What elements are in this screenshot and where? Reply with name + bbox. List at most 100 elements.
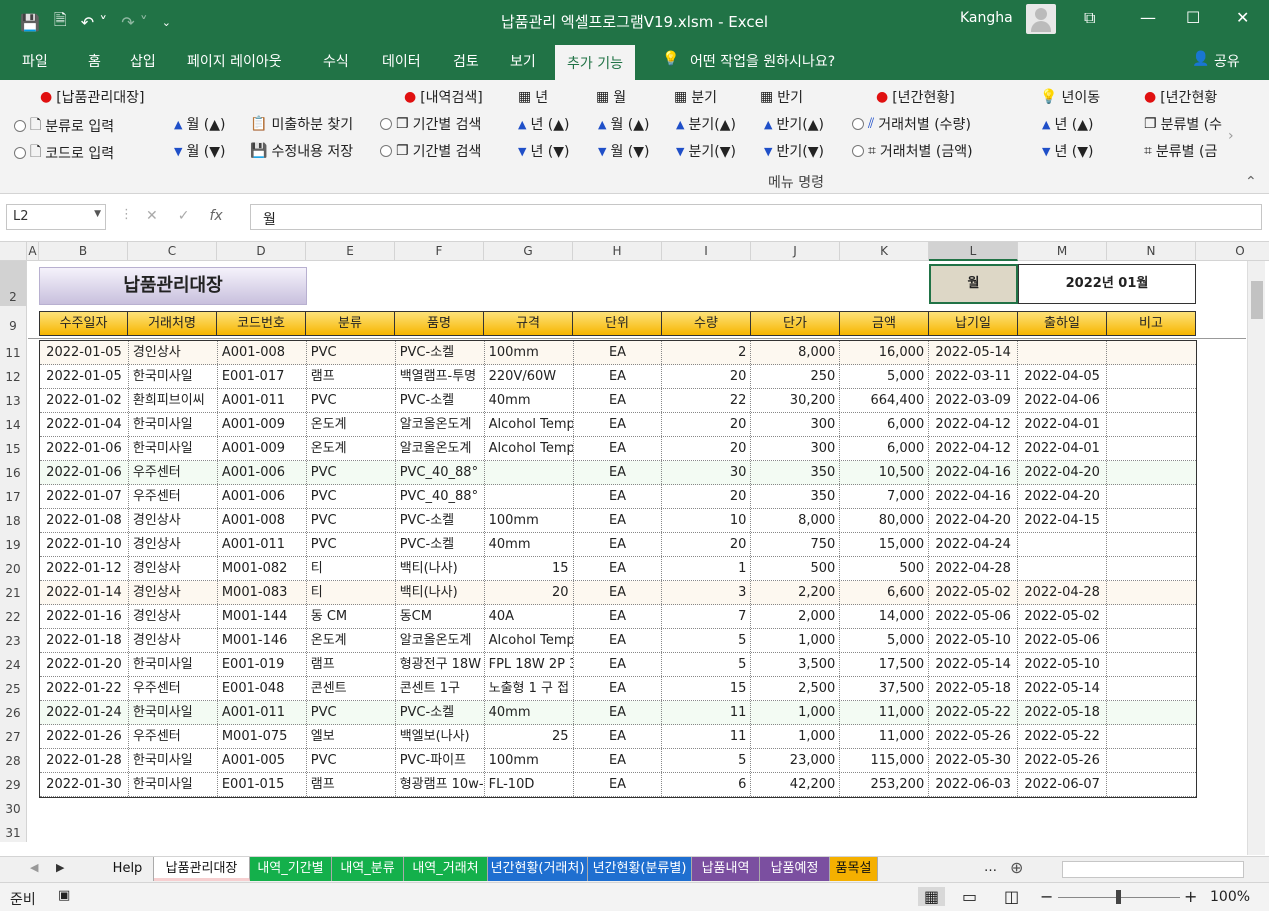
row-header[interactable]: 30 bbox=[0, 794, 27, 818]
avatar[interactable] bbox=[1026, 4, 1056, 34]
scroll-thumb[interactable] bbox=[1251, 281, 1263, 319]
cell-unit[interactable]: EA bbox=[574, 773, 663, 796]
cell-unit[interactable]: EA bbox=[574, 605, 663, 628]
cell-client[interactable]: 한국미사일 bbox=[129, 773, 218, 796]
cell-amount[interactable]: 115,000 bbox=[840, 749, 930, 772]
cell-code[interactable]: A001-006 bbox=[218, 485, 307, 508]
table-row[interactable]: 2022-01-28 한국미사일 A001-005 PVC PVC-파이프 100mm EA… bbox=[40, 749, 1196, 773]
annual-year-down-button[interactable]: ▼ 년 (▼) bbox=[1042, 141, 1094, 161]
cell-qty[interactable]: 3 bbox=[662, 581, 752, 604]
row-header[interactable]: 31 bbox=[0, 818, 27, 842]
formula-input[interactable]: 월 bbox=[250, 204, 1262, 230]
cell-client[interactable]: 경인상사 bbox=[129, 605, 218, 628]
cell-unit-price[interactable]: 2,200 bbox=[751, 581, 841, 604]
table-row[interactable]: 2022-01-05 경인상사 A001-008 PVC PVC-소켈 100mm EA 2 8… bbox=[40, 341, 1196, 365]
tab-file[interactable]: 파일 bbox=[22, 51, 48, 71]
zoom-in-icon[interactable]: + bbox=[1184, 887, 1197, 906]
month-down-button[interactable]: ▼ 월 (▼) bbox=[174, 141, 226, 161]
cell-unit-price[interactable]: 3,500 bbox=[751, 653, 841, 676]
by-client-qty-button[interactable]: ⫽ 거래처별 (수량) bbox=[852, 114, 971, 134]
cell-item-name[interactable]: PVC-소켈 bbox=[396, 509, 485, 532]
page-break-view-icon[interactable]: ◫ bbox=[1004, 887, 1019, 906]
table-row[interactable]: 2022-01-16 경인상사 M001-144 동 CM 동CM 40A EA 7 2,000… bbox=[40, 605, 1196, 629]
cell-client[interactable]: 경인상사 bbox=[129, 629, 218, 652]
cell-note[interactable] bbox=[1107, 725, 1196, 748]
cell-item-name[interactable]: PVC_40_88° bbox=[396, 485, 485, 508]
cell-category[interactable]: PVC bbox=[307, 701, 396, 724]
tab-add-ins[interactable]: 추가 기능 bbox=[555, 45, 635, 80]
save-edits-button[interactable]: 💾 수정내용 저장 bbox=[250, 141, 353, 161]
cell-code[interactable]: M001-144 bbox=[218, 605, 307, 628]
table-row[interactable]: 2022-01-05 한국미사일 E001-017 램프 백열램프-투명 220V/60W… bbox=[40, 365, 1196, 389]
cell-code[interactable]: A001-009 bbox=[218, 437, 307, 460]
cell-unit[interactable]: EA bbox=[574, 485, 663, 508]
sheet-tab[interactable]: 납품예정 bbox=[760, 857, 830, 881]
cell-code[interactable]: E001-015 bbox=[218, 773, 307, 796]
row-header[interactable]: 23 bbox=[0, 626, 27, 650]
row-header[interactable]: 22 bbox=[0, 602, 27, 626]
cell-qty[interactable]: 11 bbox=[662, 725, 752, 748]
cell-qty[interactable]: 15 bbox=[662, 677, 752, 700]
cell-due-date[interactable]: 2022-04-16 bbox=[929, 461, 1019, 484]
tab-insert[interactable]: 삽입 bbox=[130, 51, 156, 71]
cell-spec[interactable]: Alcohol Temp bbox=[485, 437, 574, 460]
cell-unit[interactable]: EA bbox=[574, 341, 663, 364]
zoom-slider-thumb[interactable] bbox=[1116, 890, 1121, 904]
row-header[interactable]: 28 bbox=[0, 746, 27, 770]
cell-order-date[interactable]: 2022-01-24 bbox=[40, 701, 129, 724]
cell-category[interactable]: PVC bbox=[307, 461, 396, 484]
share-button[interactable]: 공유 bbox=[1214, 51, 1240, 71]
cell-unit[interactable]: EA bbox=[574, 557, 663, 580]
cell-ship-date[interactable]: 2022-06-07 bbox=[1018, 773, 1108, 796]
tab-view[interactable]: 보기 bbox=[510, 51, 536, 71]
cell-spec[interactable]: 25 bbox=[485, 725, 574, 748]
cell-unit[interactable]: EA bbox=[574, 701, 663, 724]
cell-amount[interactable]: 6,000 bbox=[840, 437, 930, 460]
cell-category[interactable]: 동 CM bbox=[307, 605, 396, 628]
cell-spec[interactable]: 노출형 1 구 접 bbox=[485, 677, 574, 700]
cell-spec[interactable]: Alcohol Temp bbox=[485, 629, 574, 652]
cell-code[interactable]: A001-009 bbox=[218, 413, 307, 436]
half-down-button[interactable]: ▼ 반기(▼) bbox=[764, 141, 824, 161]
cell-note[interactable] bbox=[1107, 461, 1196, 484]
cell-unit-price[interactable]: 250 bbox=[751, 365, 841, 388]
cell-qty[interactable]: 7 bbox=[662, 605, 752, 628]
cell-note[interactable] bbox=[1107, 677, 1196, 700]
cell-spec[interactable]: 15 bbox=[485, 557, 574, 580]
cell-spec[interactable]: 220V/60W bbox=[485, 365, 574, 388]
cell-category[interactable]: 콘센트 bbox=[307, 677, 396, 700]
cell-code[interactable]: A001-006 bbox=[218, 461, 307, 484]
cell-order-date[interactable]: 2022-01-05 bbox=[40, 365, 129, 388]
cell-qty[interactable]: 11 bbox=[662, 701, 752, 724]
table-row[interactable]: 2022-01-26 우주센터 M001-075 엘보 백엘보(나사) 25 EA 11 1,0… bbox=[40, 725, 1196, 749]
quarter-down-button[interactable]: ▼ 분기(▼) bbox=[676, 141, 736, 161]
col-header-j[interactable]: J bbox=[751, 242, 840, 261]
cell-spec[interactable]: 40mm bbox=[485, 389, 574, 412]
cell-spec[interactable]: 100mm bbox=[485, 509, 574, 532]
row-header-9[interactable]: 9 bbox=[0, 306, 27, 338]
table-row[interactable]: 2022-01-02 환희피브이씨 A001-011 PVC PVC-소켈 40mm EA 2… bbox=[40, 389, 1196, 413]
cell-due-date[interactable]: 2022-05-30 bbox=[929, 749, 1019, 772]
cell-order-date[interactable]: 2022-01-26 bbox=[40, 725, 129, 748]
cell-category[interactable]: 램프 bbox=[307, 365, 396, 388]
row-header[interactable]: 12 bbox=[0, 362, 27, 386]
table-row[interactable]: 2022-01-20 한국미사일 E001-019 램프 형광전구 18W FPL 18W… bbox=[40, 653, 1196, 677]
cell-unit-price[interactable]: 2,500 bbox=[751, 677, 841, 700]
cell-amount[interactable]: 664,400 bbox=[840, 389, 930, 412]
cell-amount[interactable]: 11,000 bbox=[840, 701, 930, 724]
cell-note[interactable] bbox=[1107, 509, 1196, 532]
month-label-cell[interactable]: 월 bbox=[929, 264, 1018, 304]
cell-code[interactable]: A001-008 bbox=[218, 509, 307, 532]
row-header[interactable]: 27 bbox=[0, 722, 27, 746]
search-month-up-button[interactable]: ▲ 월 (▲) bbox=[598, 114, 650, 134]
cell-qty[interactable]: 22 bbox=[662, 389, 752, 412]
cell-due-date[interactable]: 2022-03-09 bbox=[929, 389, 1019, 412]
cell-order-date[interactable]: 2022-01-22 bbox=[40, 677, 129, 700]
cell-category[interactable]: 램프 bbox=[307, 773, 396, 796]
cell-amount[interactable]: 253,200 bbox=[840, 773, 930, 796]
cell-unit[interactable]: EA bbox=[574, 461, 663, 484]
period-search-button-2[interactable]: ❐ 기간별 검색 bbox=[380, 141, 481, 161]
cell-amount[interactable]: 17,500 bbox=[840, 653, 930, 676]
sheet-tab[interactable]: 년간현황(분류별) bbox=[588, 857, 692, 881]
cell-unit-price[interactable]: 1,000 bbox=[751, 725, 841, 748]
